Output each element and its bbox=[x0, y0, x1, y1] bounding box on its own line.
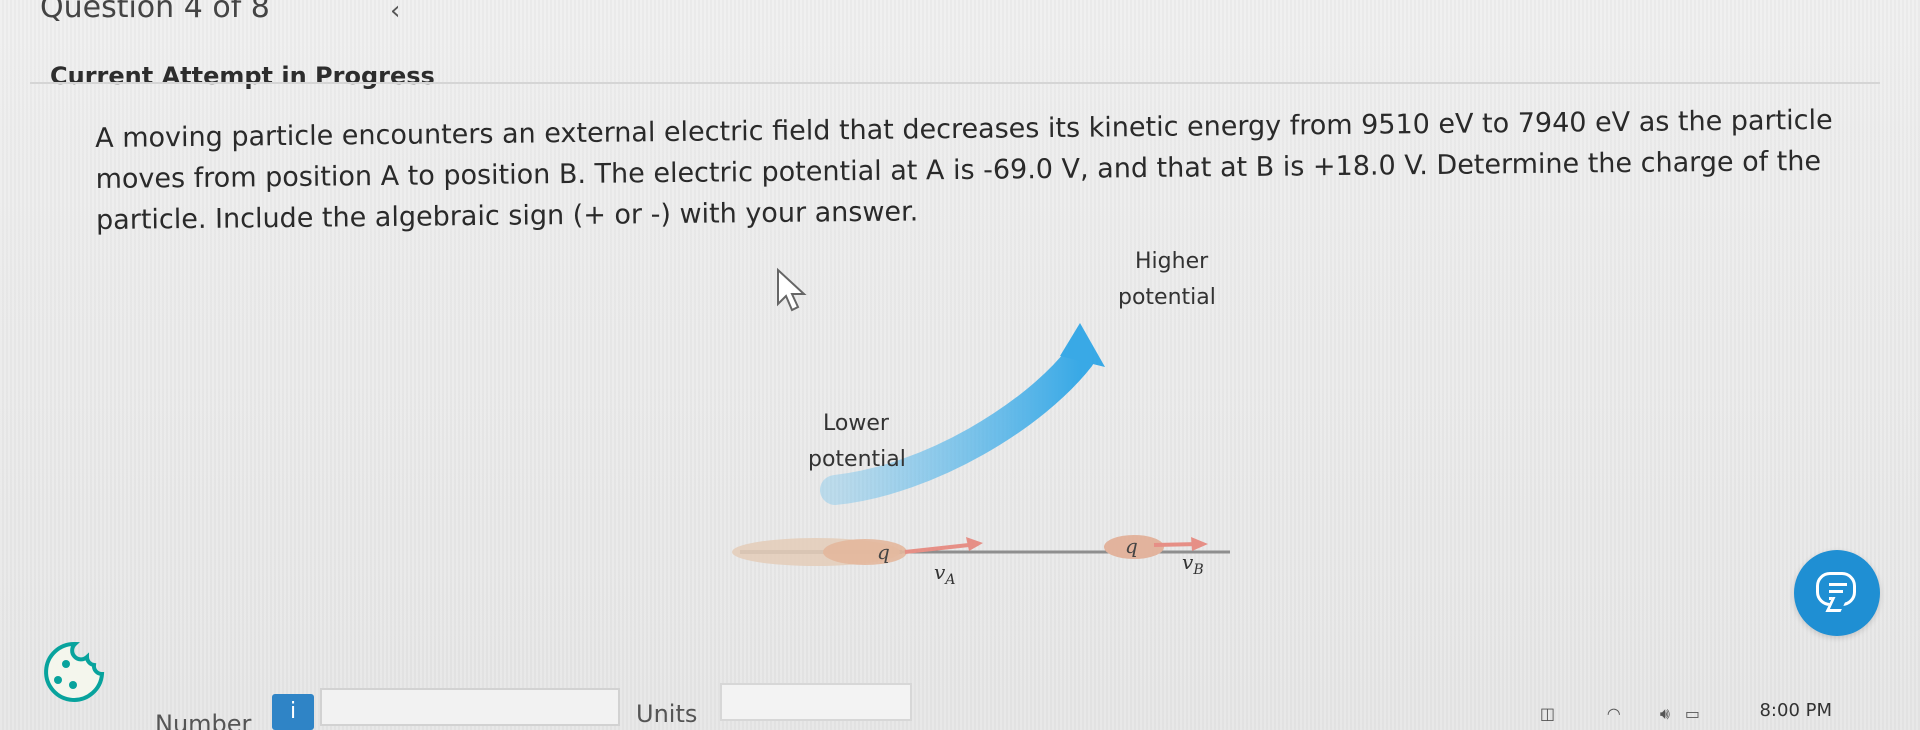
assignment-page: Question 4 of 8 ‹ Current Attempt in Pro… bbox=[0, 0, 1920, 730]
question-text: A moving particle encounters an external… bbox=[95, 104, 1833, 236]
velocity-b-arrow-head bbox=[1191, 537, 1208, 551]
cookie-icon[interactable] bbox=[38, 636, 112, 710]
battery-icon[interactable]: ▭ bbox=[1685, 704, 1700, 723]
physics-figure: q q vA vB Higher potential Lower potenti… bbox=[720, 245, 1240, 585]
units-select[interactable] bbox=[720, 683, 912, 721]
chat-icon bbox=[1816, 572, 1856, 606]
particle-b-charge-label: q bbox=[1125, 534, 1138, 558]
particle-a-charge-label: q bbox=[877, 540, 890, 564]
chat-line-1 bbox=[1829, 583, 1847, 586]
higher-potential-label-line1: Higher bbox=[1135, 249, 1209, 274]
chat-button[interactable] bbox=[1794, 550, 1880, 636]
wifi-icon[interactable]: ◜◝ bbox=[1608, 704, 1620, 723]
particle-a bbox=[823, 539, 907, 565]
number-label: Number bbox=[155, 710, 252, 730]
cursor-icon bbox=[777, 267, 807, 312]
number-info-button[interactable]: i bbox=[272, 694, 314, 730]
tray-app-icon-1[interactable]: ◫ bbox=[1540, 704, 1555, 723]
higher-potential-label-line2: potential bbox=[1118, 285, 1216, 310]
attempt-status: Current Attempt in Progress bbox=[50, 62, 435, 90]
velocity-b-label: vB bbox=[1182, 550, 1204, 578]
lower-potential-label-line1: Lower bbox=[823, 411, 889, 436]
number-input[interactable] bbox=[320, 688, 620, 726]
chat-line-3 bbox=[1829, 597, 1839, 600]
chevron-left-icon[interactable]: ‹ bbox=[390, 0, 412, 24]
velocity-a-label: vA bbox=[934, 560, 955, 585]
volume-icon[interactable]: 🔊︎ bbox=[1660, 704, 1670, 724]
header-divider bbox=[30, 82, 1880, 84]
taskbar-time: 8:00 PM bbox=[1759, 700, 1832, 721]
units-label: Units bbox=[636, 700, 698, 728]
velocity-a-arrow-head bbox=[966, 537, 983, 551]
chat-line-2 bbox=[1829, 590, 1843, 593]
lower-potential-label-line2: potential bbox=[808, 447, 906, 472]
question-counter: Question 4 of 8 bbox=[40, 0, 270, 25]
